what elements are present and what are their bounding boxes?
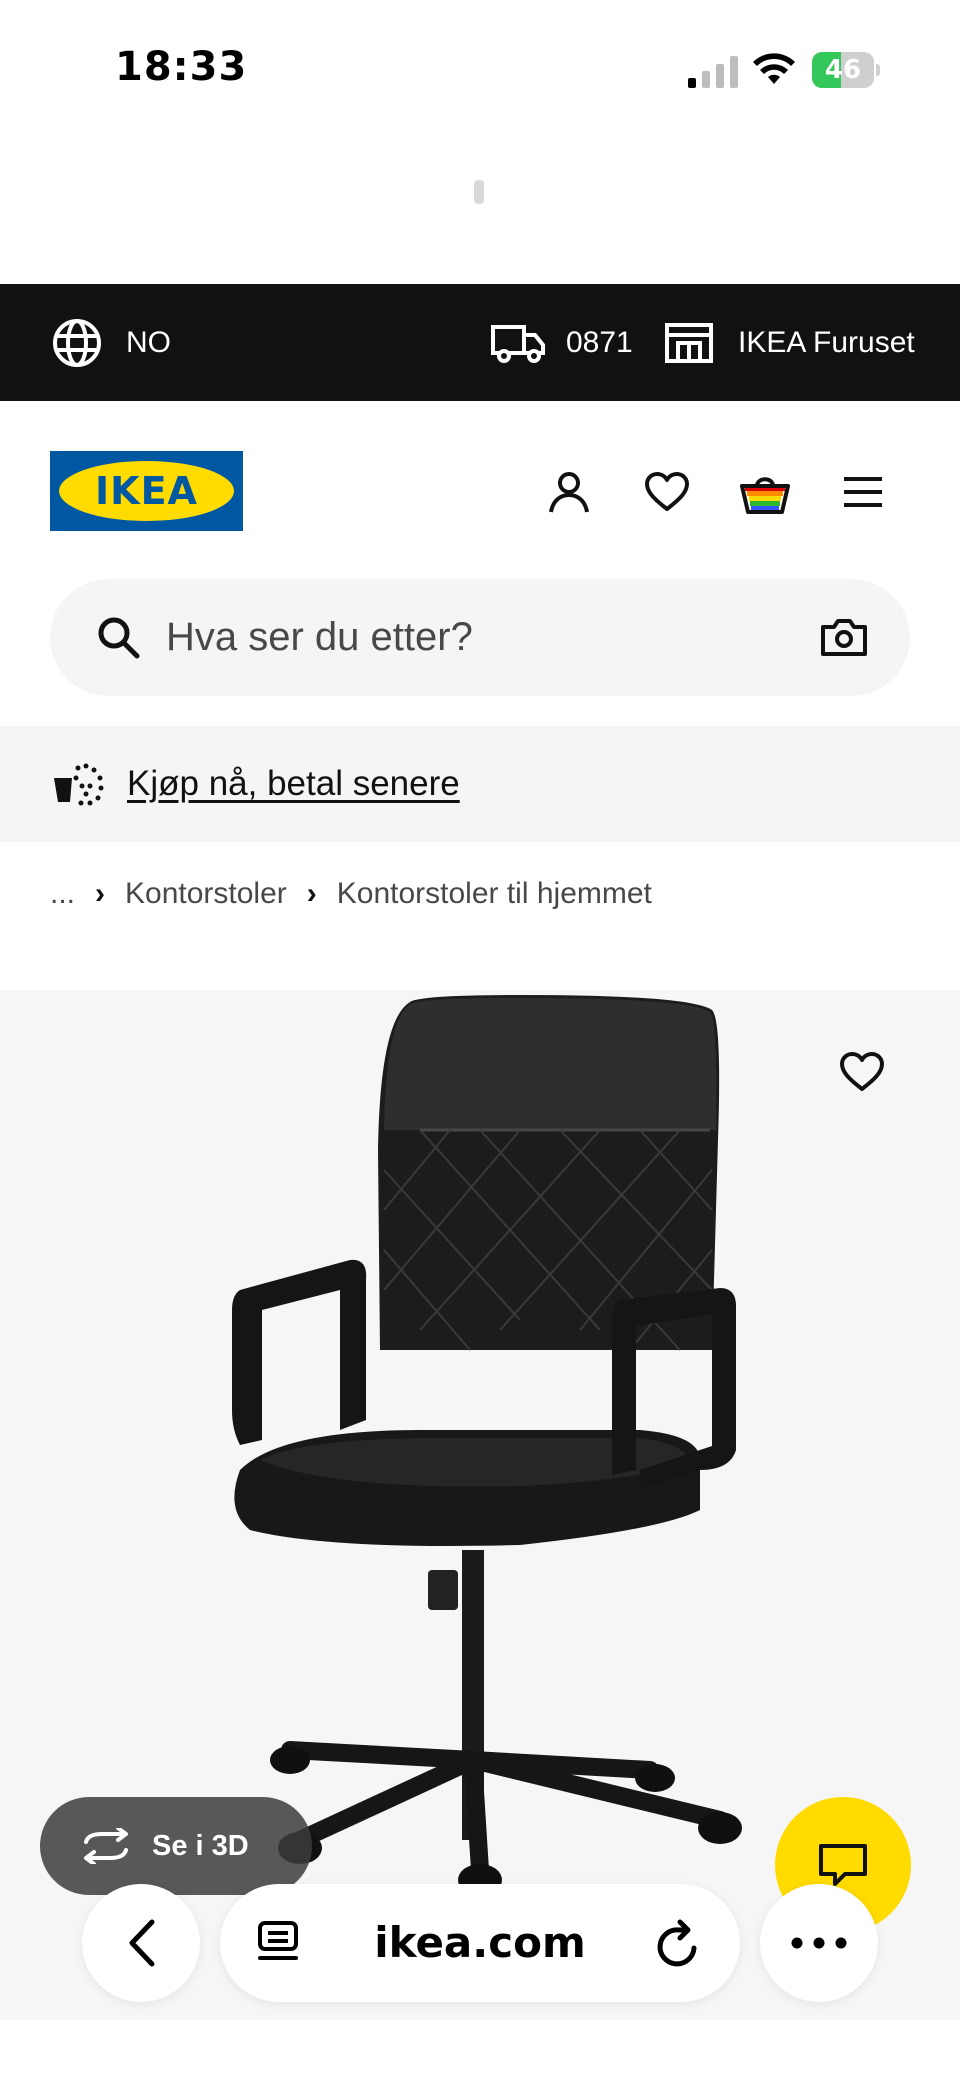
globe-icon [53, 318, 101, 367]
add-to-favourites-button[interactable] [830, 1040, 894, 1104]
breadcrumb-item[interactable]: Kontorstoler til hjemmet [337, 877, 652, 911]
language-label: NO [126, 325, 171, 359]
delivery-postcode[interactable]: 0871 [490, 284, 633, 401]
loading-indicator [474, 180, 484, 204]
chevron-right-icon: › [95, 877, 106, 910]
status-bar: 18:33 46 [0, 0, 960, 204]
store-label: IKEA Furuset [738, 325, 915, 359]
promo-banner: Kjøp nå, betal senere [0, 726, 960, 842]
ikea-logo[interactable]: IKEA [50, 451, 243, 531]
more-options-button[interactable] [760, 1884, 878, 2002]
battery-icon: 46 [812, 52, 880, 88]
favourites-button[interactable] [639, 464, 695, 520]
search-bar [50, 579, 910, 696]
chevron-left-icon [129, 1919, 155, 1967]
site-header: IKEA [0, 401, 960, 726]
reload-icon[interactable] [656, 1918, 702, 1968]
breadcrumb: ... › Kontorstoler › Kontorstoler til hj… [50, 870, 652, 918]
rotate-3d-icon [84, 1828, 128, 1864]
breadcrumb-item[interactable]: Kontorstoler [125, 877, 287, 911]
store-icon [665, 322, 713, 363]
logo-text: IKEA [95, 469, 198, 513]
view-in-3d-label: Se i 3D [152, 1829, 249, 1862]
language-selector[interactable]: NO [52, 284, 171, 401]
ellipsis-icon [791, 1937, 847, 1949]
wifi-icon [753, 53, 795, 84]
browser-toolbar: ikea.com [0, 1880, 960, 2020]
profile-button[interactable] [541, 464, 597, 520]
cellular-signal-icon [688, 56, 738, 88]
heart-icon [645, 472, 689, 511]
pay-later-icon [54, 763, 104, 806]
battery-level: 46 [824, 55, 862, 85]
pay-later-link[interactable]: Kjøp nå, betal senere [127, 726, 460, 842]
search-icon [98, 617, 140, 659]
back-button[interactable] [82, 1884, 200, 2002]
search-input[interactable] [166, 579, 806, 696]
top-info-bar: NO 0871 IKEA Furuset [0, 284, 960, 401]
status-time: 18:33 [115, 44, 248, 90]
profile-icon [549, 472, 589, 513]
menu-button[interactable] [835, 464, 891, 520]
store-selector[interactable]: IKEA Furuset [664, 284, 915, 401]
basket-icon [740, 477, 790, 514]
chevron-right-icon: › [306, 877, 317, 910]
home-indicator-area [0, 2020, 960, 2081]
menu-icon [844, 477, 882, 507]
postcode-label: 0871 [566, 325, 633, 359]
heart-icon [840, 1052, 884, 1091]
basket-button[interactable] [737, 464, 793, 520]
address-bar[interactable]: ikea.com [220, 1884, 740, 2002]
camera-icon[interactable] [820, 617, 868, 657]
breadcrumb-ellipsis[interactable]: ... [50, 877, 75, 911]
truck-icon [491, 324, 545, 363]
